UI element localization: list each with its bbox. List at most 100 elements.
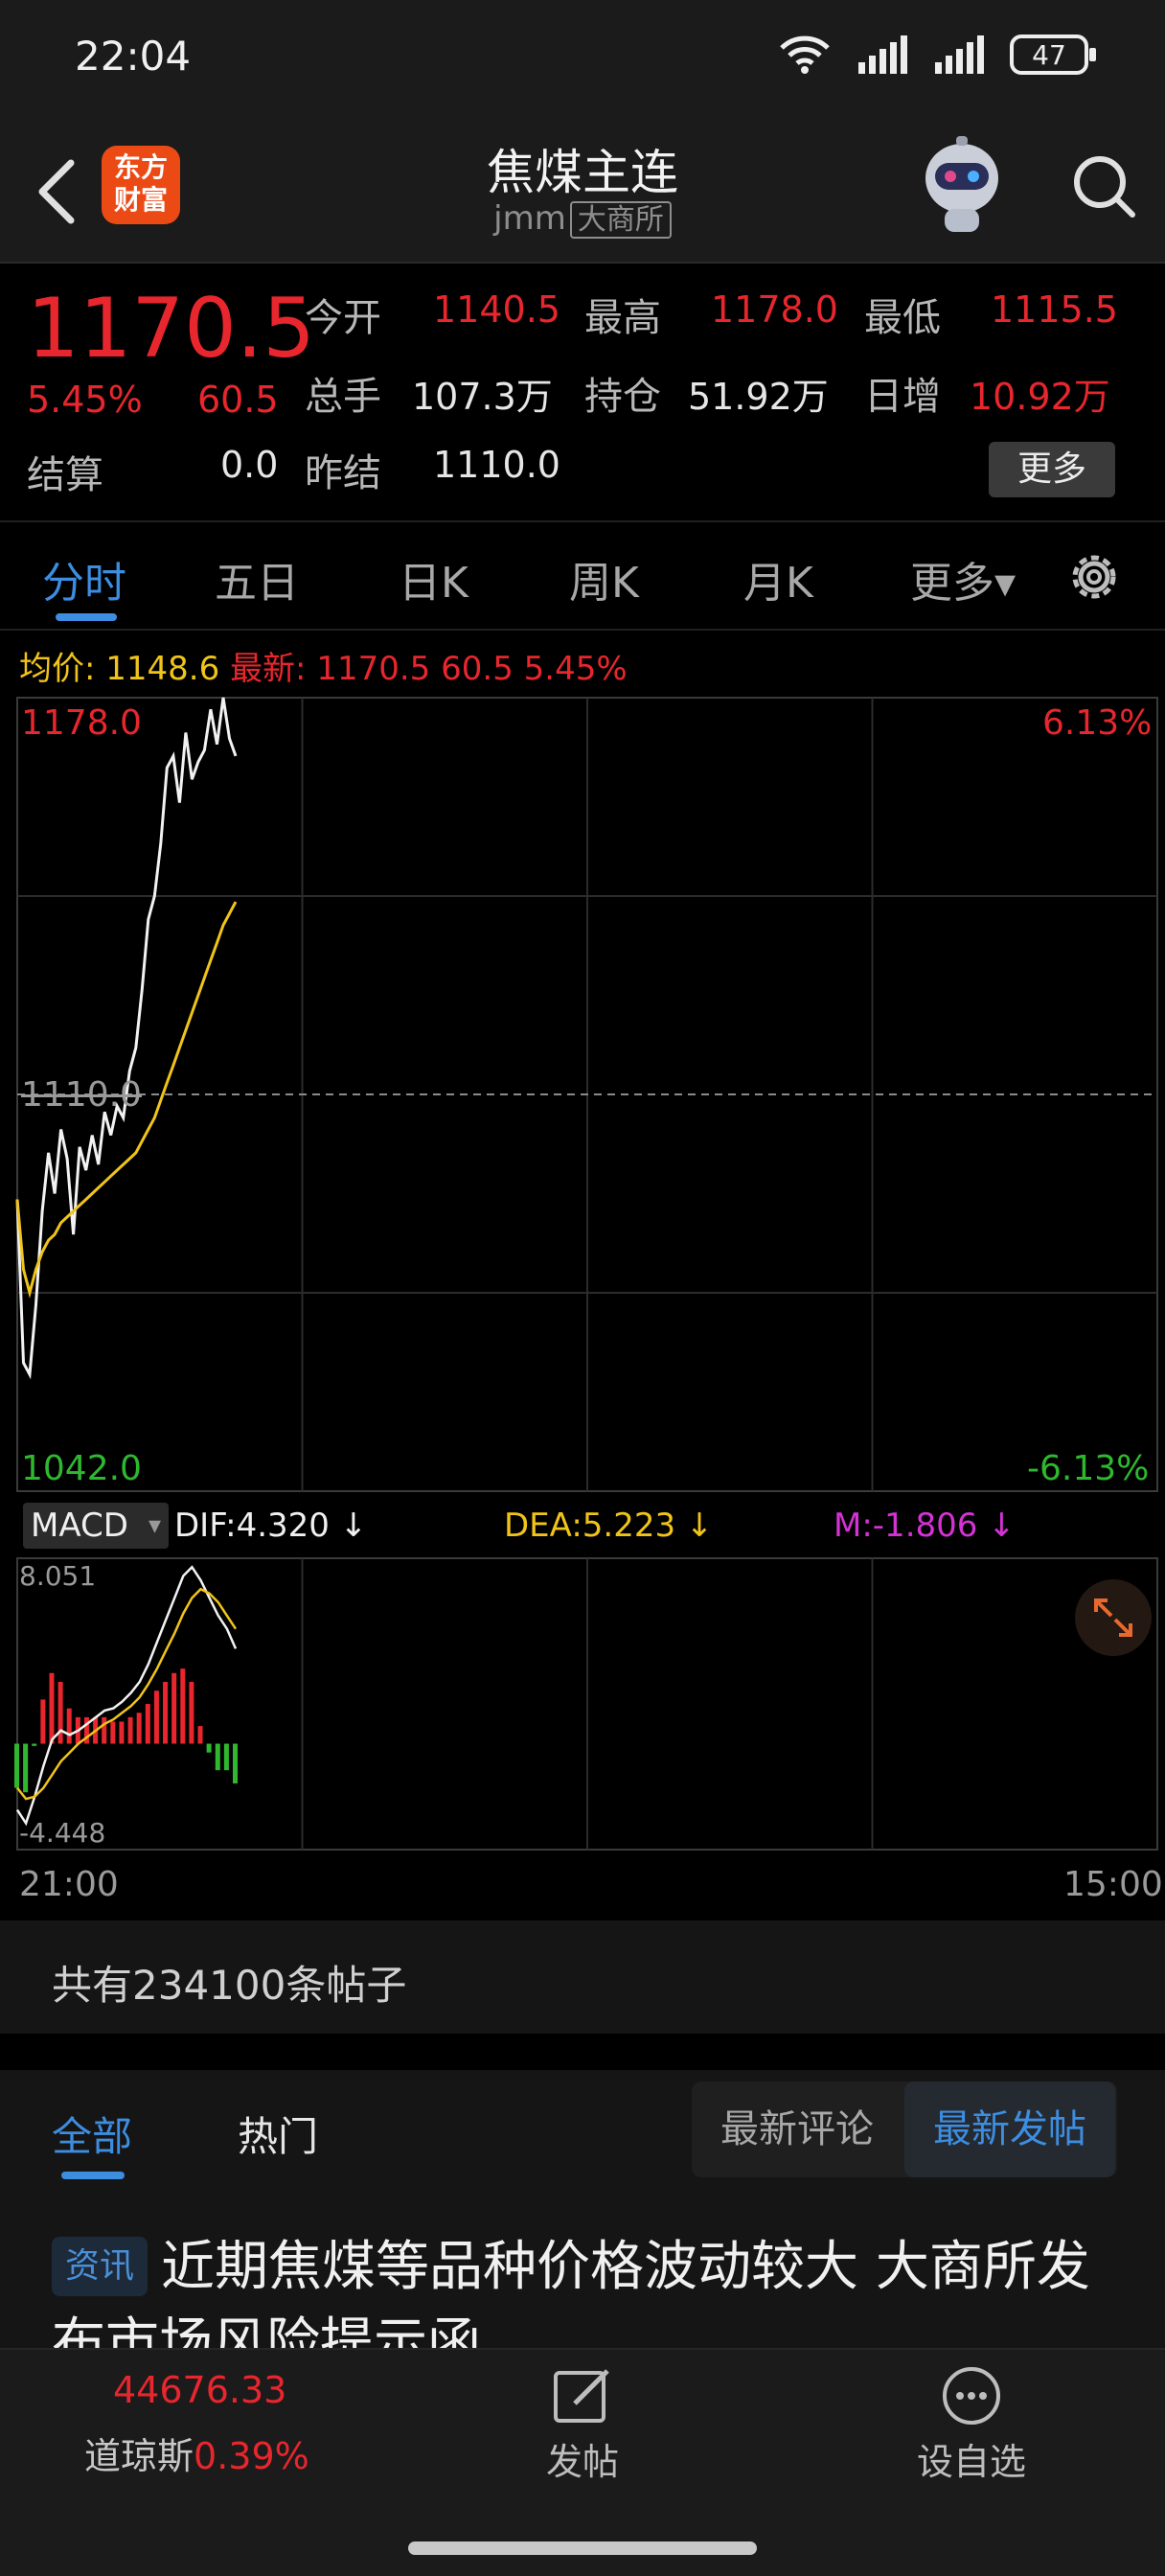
- macd-bar: [23, 1743, 29, 1793]
- nav-header: 东方财富 焦煤主连 jmm 大商所: [0, 115, 1165, 264]
- latest-price-line: [15, 697, 238, 1380]
- price-axis-top: 1178.0: [21, 703, 142, 743]
- settle-label: 结算: [27, 453, 103, 497]
- tab-more[interactable]: 更多▾: [910, 548, 1016, 610]
- index-ticker[interactable]: 道琼斯0.39%: [84, 2426, 309, 2479]
- news-badge: 资讯: [52, 2237, 148, 2296]
- pct-axis-bottom: -6.13%: [1027, 1449, 1150, 1488]
- macd-bar: [49, 1672, 55, 1744]
- sort-latest-post[interactable]: 最新发帖: [904, 2082, 1115, 2177]
- macd-bar: [163, 1681, 169, 1744]
- battery-level: 47: [1032, 38, 1066, 71]
- daily-increase-value: 10.92万: [970, 376, 1110, 418]
- post-button[interactable]: 发帖: [506, 2365, 659, 2485]
- more-dots-icon: [943, 2367, 1000, 2425]
- discussion-feed: 全部 热门 最新评论 最新发帖 资讯 近期焦煤等品种价格波动较大 大商所发布市场风…: [0, 2070, 1165, 2375]
- open-interest-label: 持仓: [584, 375, 661, 419]
- macd-bar: [197, 1726, 203, 1744]
- macd-header: MACD DIF:4.320 ↓ DEA:5.223 ↓ M:-1.806 ↓: [19, 1503, 1159, 1551]
- tab-daily-k[interactable]: 日K: [399, 548, 468, 610]
- open-value: 1140.5: [433, 288, 560, 331]
- macd-bar: [14, 1743, 19, 1788]
- low-label: 最低: [864, 296, 941, 340]
- more-quote-button[interactable]: 更多: [989, 442, 1115, 497]
- macd-bar: [119, 1721, 125, 1744]
- macd-bar: [233, 1743, 238, 1783]
- expand-icon: [1094, 1598, 1132, 1637]
- macd-axis-top: 8.051: [19, 1560, 97, 1592]
- pct-axis-top: 6.13%: [1042, 703, 1153, 743]
- expand-button[interactable]: [1075, 1579, 1152, 1656]
- price-axis-bottom: 1042.0: [21, 1449, 142, 1488]
- macd-bar: [206, 1743, 212, 1753]
- macd-bar: [171, 1672, 177, 1744]
- compose-icon: [554, 2369, 609, 2423]
- time-axis-start: 21:00: [19, 1865, 119, 1904]
- macd-bar: [189, 1681, 194, 1744]
- status-time: 22:04: [75, 33, 192, 80]
- tab-intraday[interactable]: 分时: [42, 548, 126, 610]
- avg-label: 均价:: [19, 650, 96, 688]
- daily-increase-label: 日增: [864, 375, 941, 419]
- post-label: 发帖: [545, 2441, 619, 2483]
- feed-tab-all[interactable]: 全部: [52, 2104, 132, 2163]
- sort-toggle: 最新评论 最新发帖: [692, 2082, 1117, 2177]
- price-axis-mid: 1110.0: [21, 1075, 142, 1115]
- index-percent: 0.39%: [194, 2435, 309, 2477]
- indicator-selector[interactable]: MACD: [23, 1503, 169, 1549]
- tab-weekly-k[interactable]: 周K: [569, 548, 639, 610]
- tab-monthly-k[interactable]: 月K: [743, 548, 813, 610]
- macd-bar: [57, 1681, 63, 1744]
- settings-gear-icon[interactable]: [1063, 546, 1125, 608]
- tab-five-day[interactable]: 五日: [215, 548, 299, 610]
- signal-icon-2: [935, 35, 984, 74]
- signal-icon: [858, 35, 907, 74]
- feed-tab-indicator: [61, 2172, 125, 2179]
- high-label: 最高: [584, 296, 661, 340]
- posts-count-bar[interactable]: 共有234100条帖子: [0, 1920, 1165, 2034]
- status-bar: 22:04 47: [0, 0, 1165, 115]
- quote-panel: 1170.5 5.45% 60.5 结算 0.0 今开 1140.5 最高 11…: [0, 265, 1165, 522]
- search-icon[interactable]: [1065, 138, 1142, 234]
- macd-bar: [102, 1716, 107, 1744]
- volume-label: 总手: [305, 375, 381, 419]
- prev-settle-value: 1110.0: [433, 444, 560, 486]
- macd-bar: [32, 1743, 37, 1746]
- change-amount: 60.5: [197, 379, 279, 421]
- macd-bar: [145, 1704, 150, 1744]
- chart-legend: 均价: 1148.6 最新: 1170.5 60.5 5.45%: [19, 642, 628, 689]
- index-value[interactable]: 44676.33: [113, 2369, 286, 2411]
- macd-bar: [180, 1668, 186, 1744]
- home-indicator: [408, 2542, 757, 2555]
- macd-bar: [127, 1716, 133, 1744]
- exchange-tag: 大商所: [569, 201, 672, 239]
- macd-bar: [66, 1708, 72, 1744]
- settle-value: 0.0: [220, 444, 279, 486]
- prev-settle-label: 昨结: [305, 451, 381, 495]
- wifi-icon: [780, 35, 830, 74]
- change-percent: 5.45%: [27, 379, 143, 421]
- avg-value: 1148.6: [105, 650, 220, 688]
- sort-latest-comment[interactable]: 最新评论: [692, 2082, 902, 2177]
- macd-bar: [110, 1721, 116, 1744]
- last-price: 1170.5: [27, 281, 315, 377]
- macd-m: M:-1.806 ↓: [834, 1506, 1016, 1545]
- macd-bar: [215, 1743, 220, 1771]
- assistant-robot-icon[interactable]: [916, 130, 1008, 238]
- chart-period-tabs: 分时 五日 日K 周K 月K 更多▾: [0, 525, 1165, 631]
- watchlist-label: 设自选: [916, 2441, 1026, 2483]
- time-axis-end: 15:00: [1063, 1865, 1163, 1904]
- intraday-chart[interactable]: [0, 690, 1165, 1917]
- low-value: 1115.5: [991, 288, 1118, 331]
- latest-label: 最新:: [230, 650, 307, 688]
- code-text: jmm: [493, 199, 566, 238]
- macd-dea: DEA:5.223 ↓: [504, 1506, 714, 1545]
- battery-icon: 47: [1010, 34, 1096, 75]
- posts-count-text: 共有234100条帖子: [52, 1962, 407, 2009]
- feed-tab-hot[interactable]: 热门: [238, 2104, 318, 2163]
- high-value: 1178.0: [711, 288, 838, 331]
- add-watchlist-button[interactable]: 设自选: [895, 2365, 1048, 2485]
- active-tab-indicator: [56, 613, 117, 621]
- macd-axis-bottom: -4.448: [19, 1817, 106, 1849]
- open-label: 今开: [305, 296, 381, 340]
